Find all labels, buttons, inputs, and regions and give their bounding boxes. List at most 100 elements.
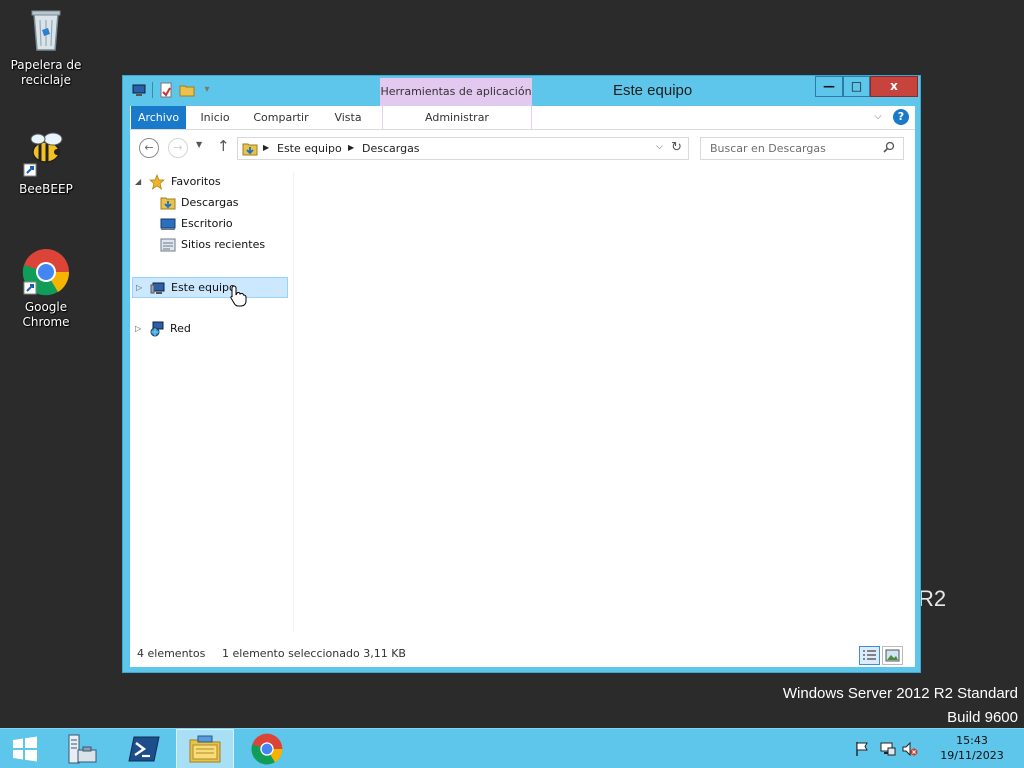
tree-item-escritorio[interactable]: Escritorio (132, 214, 282, 234)
chrome-icon (251, 733, 283, 765)
tab-compartir[interactable]: Compartir (248, 106, 314, 129)
context-tab-group-label: Herramientas de aplicación (380, 78, 532, 106)
os-watermark-edition: Windows Server 2012 R2 Standard (782, 685, 1018, 702)
tab-archivo[interactable]: Archivo (131, 106, 186, 129)
watermark-fragment: R2 (918, 586, 947, 611)
computer-icon[interactable] (131, 82, 147, 98)
desktop-icon-beebeep[interactable]: BeeBEEP (0, 130, 92, 197)
tree-item-label: Sitios recientes (181, 238, 266, 251)
desktop-icon-label: Papelera de reciclaje (10, 58, 82, 87)
navigation-bar: ← → ▼ ↑ ▶ Este equipo ▶ Descargas ⌵ ↻ (130, 130, 915, 164)
search-input[interactable] (701, 138, 881, 159)
breadcrumb-separator-icon[interactable]: ▶ (263, 143, 269, 152)
bee-icon (22, 130, 70, 178)
network-icon (150, 321, 164, 337)
forward-button[interactable]: → (168, 138, 188, 158)
downloads-folder-icon (242, 143, 258, 156)
breadcrumb-separator-icon[interactable]: ▶ (348, 143, 354, 152)
breadcrumb-descargas[interactable]: Descargas (362, 142, 420, 155)
new-folder-icon[interactable] (179, 82, 195, 98)
pane-splitter[interactable] (293, 172, 294, 632)
tree-item-label: Este equipo (171, 281, 236, 294)
tree-item-label: Escritorio (181, 217, 233, 230)
recycle-bin-icon (22, 6, 70, 54)
details-view-button[interactable] (859, 646, 880, 665)
close-button[interactable]: x (870, 76, 918, 97)
quick-access-toolbar: ▾ (131, 82, 214, 98)
computer-icon (150, 282, 165, 294)
desktop-icon (160, 218, 176, 230)
divider (152, 82, 153, 98)
clock-time: 15:43 (956, 734, 988, 747)
search-box[interactable] (700, 137, 904, 160)
window-title: Este equipo (613, 82, 693, 99)
back-button[interactable]: ← (139, 138, 159, 158)
address-bar[interactable]: ▶ Este equipo ▶ Descargas ⌵ ↻ (237, 137, 689, 160)
network-tray-icon[interactable] (880, 741, 896, 757)
taskbar-powershell[interactable] (115, 729, 173, 768)
tree-item-sitios-recientes[interactable]: Sitios recientes (132, 235, 282, 255)
collapse-arrow-icon[interactable]: ◢ (135, 172, 141, 192)
expand-arrow-icon[interactable]: ▷ (135, 319, 141, 339)
desktop-icon-google-chrome[interactable]: Google Chrome (0, 248, 92, 330)
clock-date: 19/11/2023 (940, 749, 1004, 762)
address-history-dropdown-icon[interactable]: ⌵ (656, 142, 663, 152)
tab-inicio[interactable]: Inicio (192, 106, 238, 129)
properties-icon[interactable] (158, 82, 174, 98)
expand-ribbon-icon[interactable]: ⌵ (871, 110, 885, 124)
start-button[interactable] (0, 729, 50, 768)
title-bar[interactable]: ▾ Herramientas de aplicación Este equipo… (123, 76, 920, 106)
tree-item-label: Descargas (181, 196, 239, 209)
ribbon-tab-bar: Archivo Inicio Compartir Vista Administr… (130, 106, 915, 130)
volume-muted-icon[interactable] (902, 741, 918, 757)
search-icon[interactable] (883, 141, 895, 153)
system-tray: 15:43 19/11/2023 (854, 729, 1024, 768)
taskbar-google-chrome[interactable] (238, 729, 296, 768)
recent-locations-icon[interactable]: ▼ (196, 140, 202, 149)
tree-item-este-equipo[interactable]: ▷ Este equipo (132, 277, 288, 298)
minimize-button[interactable]: — (815, 76, 843, 97)
server-manager-icon (68, 734, 97, 764)
star-icon (149, 174, 165, 190)
os-watermark-build: Build 9600 (947, 709, 1018, 726)
action-center-flag-icon[interactable] (854, 741, 870, 757)
desktop-icon-recycle-bin[interactable]: Papelera de reciclaje (0, 6, 92, 88)
chrome-icon (22, 248, 70, 296)
desktop-icon-label: BeeBEEP (19, 182, 73, 196)
desktop-icon-label: Google Chrome (22, 300, 70, 329)
maximize-button[interactable]: □ (843, 76, 870, 97)
downloads-folder-icon (160, 197, 176, 210)
windows-logo-icon (13, 736, 37, 762)
taskbar-clock[interactable]: 15:43 19/11/2023 (932, 733, 1012, 763)
ribbon-controls: ⌵ ? (871, 109, 909, 125)
taskbar-server-manager[interactable] (52, 729, 110, 768)
tree-item-descargas[interactable]: Descargas (132, 193, 282, 213)
large-icons-view-icon (885, 649, 900, 662)
details-view-icon (863, 650, 876, 660)
tree-item-red[interactable]: ▷ Red (132, 319, 282, 339)
file-explorer-icon (189, 735, 221, 763)
item-count: 4 elementos (137, 647, 206, 660)
help-icon[interactable]: ? (893, 109, 909, 125)
customize-toolbar-icon[interactable]: ▾ (200, 83, 214, 97)
navigation-pane: ◢ Favoritos Descargas Escritorio Sitios … (130, 172, 293, 632)
tree-item-label: Favoritos (171, 175, 221, 188)
breadcrumb-este-equipo[interactable]: Este equipo (277, 142, 342, 155)
status-bar: 4 elementos 1 elemento seleccionado 3,11… (130, 641, 915, 667)
explorer-window: ▾ Herramientas de aplicación Este equipo… (122, 75, 921, 673)
tab-administrar[interactable]: Administrar (382, 106, 532, 129)
expand-arrow-icon[interactable]: ▷ (136, 278, 142, 298)
recent-places-icon (160, 238, 176, 252)
selection-info: 1 elemento seleccionado 3,11 KB (222, 647, 406, 660)
powershell-icon (128, 736, 160, 762)
explorer-content: ← → ▼ ↑ ▶ Este equipo ▶ Descargas ⌵ ↻ ◢ (130, 130, 915, 667)
tab-vista[interactable]: Vista (326, 106, 370, 129)
tree-item-label: Red (170, 322, 191, 335)
taskbar-file-explorer[interactable] (176, 729, 234, 768)
tree-item-favoritos[interactable]: ◢ Favoritos (132, 172, 282, 192)
large-icons-view-button[interactable] (882, 646, 903, 665)
taskbar: 15:43 19/11/2023 (0, 728, 1024, 768)
up-button[interactable]: ↑ (217, 137, 230, 155)
hand-cursor-icon (230, 285, 247, 307)
refresh-icon[interactable]: ↻ (671, 140, 682, 155)
